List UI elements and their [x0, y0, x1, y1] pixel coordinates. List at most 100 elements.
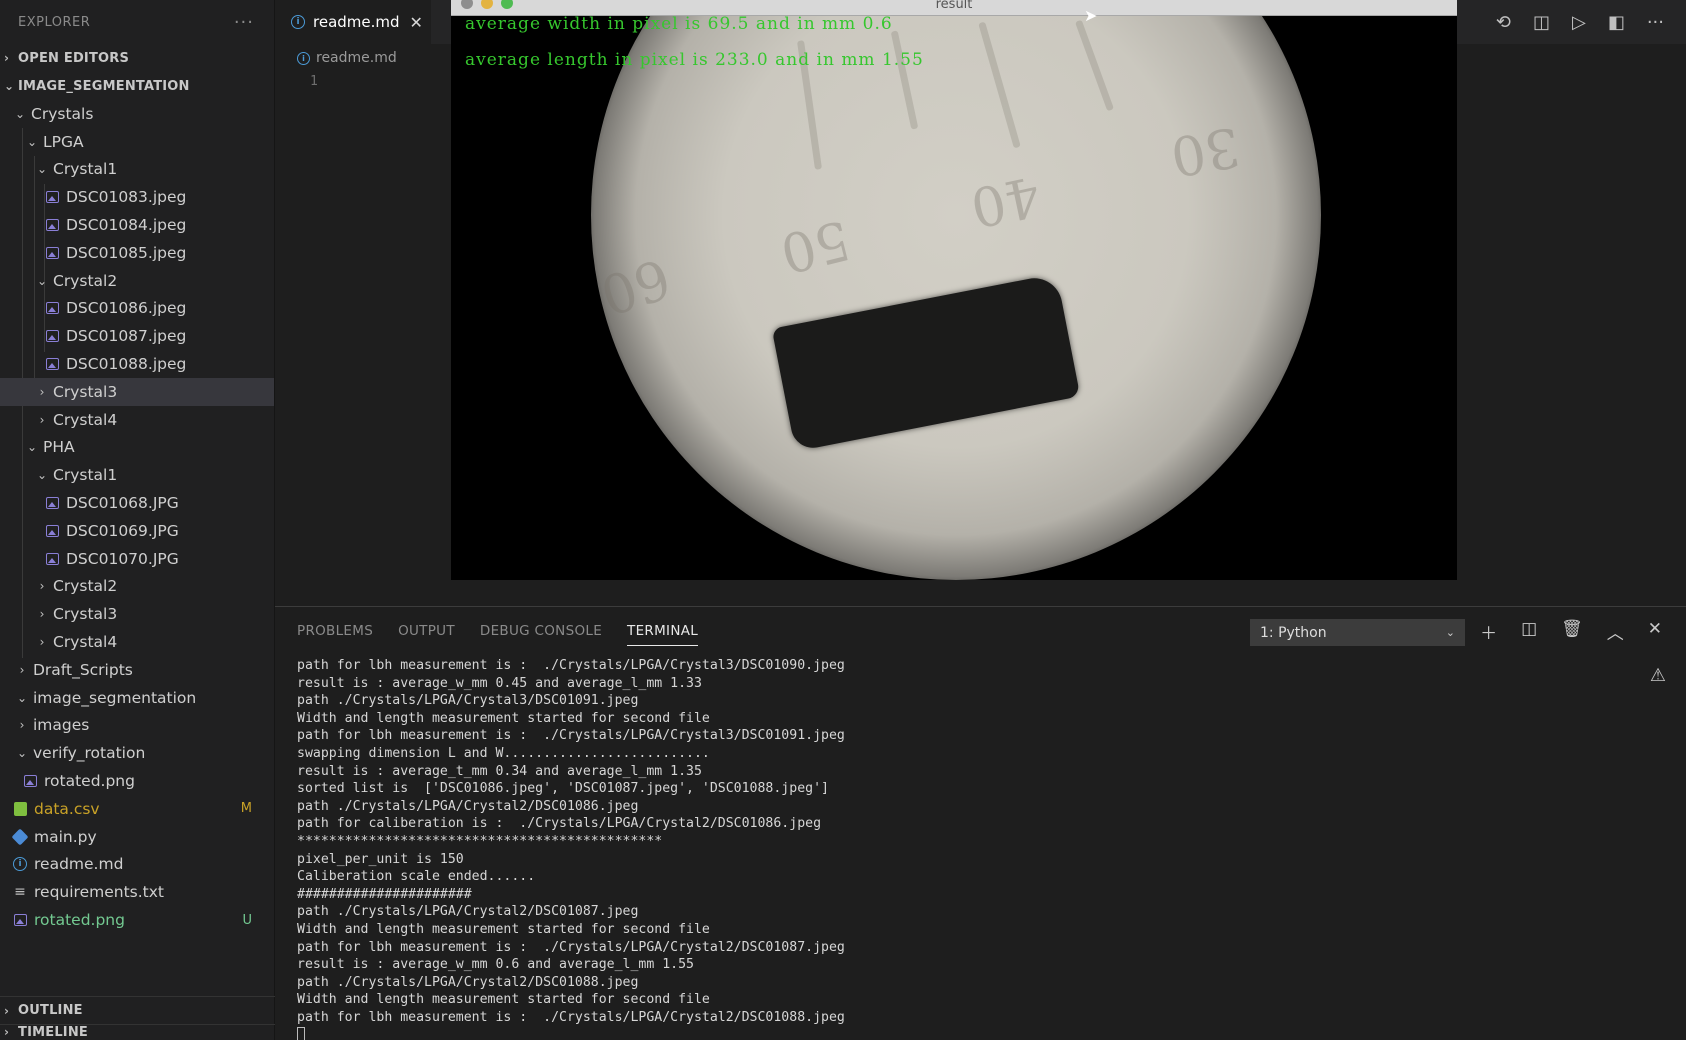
tree-file[interactable]: DSC01085.jpeg: [0, 239, 274, 267]
tree-folder-crystal2[interactable]: ⌄ Crystal2: [0, 267, 274, 295]
info-icon: i: [297, 51, 310, 65]
image-file-icon: [44, 217, 60, 233]
warning-icon[interactable]: ⚠: [1650, 665, 1666, 686]
tree-file[interactable]: i readme.md: [0, 851, 274, 879]
terminal-line: ****************************************…: [297, 833, 663, 849]
tree-folder-crystals[interactable]: ⌄ Crystals: [0, 100, 274, 128]
tree-folder-crystal4[interactable]: › Crystal4: [0, 628, 274, 656]
image-file-icon: [44, 189, 60, 205]
tree-file[interactable]: main.py: [0, 823, 274, 851]
git-modified-badge: M: [240, 801, 252, 817]
close-icon[interactable]: ✕: [410, 13, 423, 32]
tree-file[interactable]: DSC01087.jpeg: [0, 322, 274, 350]
tree-file[interactable]: rotated.png: [0, 767, 274, 795]
more-actions-icon[interactable]: ···: [234, 12, 254, 33]
tree-label: rotated.png: [44, 772, 135, 791]
new-terminal-icon[interactable]: ＋: [1480, 619, 1497, 644]
overlay-width-text: average width in pixel is 69.5 and in mm…: [465, 14, 893, 34]
terminal-line: swapping dimension L and W..............…: [297, 745, 710, 761]
tab-debug-console[interactable]: DEBUG CONSOLE: [480, 623, 602, 646]
compare-changes-icon[interactable]: ⟲: [1496, 12, 1511, 33]
tree-label: DSC01087.jpeg: [66, 327, 187, 346]
overlay-length-text: average length in pixel is 233.0 and in …: [465, 50, 924, 70]
tree-file[interactable]: DSC01086.jpeg: [0, 295, 274, 323]
terminal-line: Caliberation scale ended......: [297, 869, 536, 885]
tree-folder-images[interactable]: › images: [0, 712, 274, 740]
tree-folder-crystal1[interactable]: ⌄ Crystal1: [0, 156, 274, 184]
split-editor-icon[interactable]: ◧: [1608, 12, 1625, 33]
tree-file[interactable]: rotated.png U: [0, 906, 274, 934]
tree-file[interactable]: DSC01084.jpeg: [0, 211, 274, 239]
chevron-down-icon: ⌄: [36, 162, 48, 177]
timeline-label: TIMELINE: [18, 1025, 89, 1040]
tree-folder-crystal1[interactable]: ⌄ Crystal1: [0, 461, 274, 489]
tree-label: Crystal1: [53, 466, 118, 485]
more-actions-icon[interactable]: ···: [1647, 12, 1664, 33]
zoom-window-button[interactable]: [501, 0, 513, 9]
bottom-panel: PROBLEMS OUTPUT DEBUG CONSOLE TERMINAL 1…: [275, 606, 1686, 1040]
close-icon[interactable]: ✕: [1648, 619, 1662, 644]
tree-label: DSC01088.jpeg: [66, 355, 187, 374]
tab-readme[interactable]: i readme.md ✕: [275, 0, 431, 44]
tree-file[interactable]: DSC01068.JPG: [0, 489, 274, 517]
tree-label: DSC01068.JPG: [66, 494, 179, 513]
tree-file[interactable]: ≡ requirements.txt: [0, 878, 274, 906]
tree-file[interactable]: data.csv M: [0, 795, 274, 823]
file-tree: ⌄ Crystals ⌄ LPGA ⌄ Crystal1 DSC01083.jp…: [0, 100, 274, 934]
image-file-icon: [44, 300, 60, 316]
image-file-icon: [22, 773, 38, 789]
workspace-label: IMAGE_SEGMENTATION: [18, 78, 190, 94]
terminal-selector[interactable]: 1: Python ⌄: [1250, 619, 1465, 646]
tree-folder-verify-rotation[interactable]: ⌄ verify_rotation: [0, 739, 274, 767]
open-editors-section[interactable]: › OPEN EDITORS: [0, 44, 274, 72]
chevron-right-icon: ›: [39, 412, 45, 427]
terminal-line: path for lbh measurement is : ./Crystals…: [297, 728, 845, 744]
tree-label: DSC01070.JPG: [66, 549, 179, 568]
workspace-section[interactable]: ⌄ IMAGE_SEGMENTATION: [0, 72, 274, 100]
close-window-button[interactable]: [461, 0, 473, 9]
tree-file[interactable]: DSC01070.JPG: [0, 545, 274, 573]
tab-output[interactable]: OUTPUT: [398, 623, 455, 646]
chevron-right-icon: ›: [19, 718, 25, 733]
tree-label: PHA: [43, 438, 75, 457]
tree-folder-image-segmentation[interactable]: ⌄ image_segmentation: [0, 684, 274, 712]
tab-problems[interactable]: PROBLEMS: [297, 623, 373, 646]
open-preview-icon[interactable]: ◫: [1533, 12, 1550, 33]
run-icon[interactable]: ▷: [1572, 12, 1586, 33]
minimize-window-button[interactable]: [481, 0, 493, 9]
tree-file[interactable]: DSC01088.jpeg: [0, 350, 274, 378]
tree-label: Crystal2: [53, 577, 118, 596]
chevron-down-icon: ⌄: [26, 440, 38, 455]
tree-folder-crystal3[interactable]: › Crystal3: [0, 600, 274, 628]
tree-label: readme.md: [34, 855, 124, 874]
trash-icon[interactable]: 🗑: [1561, 619, 1583, 644]
chevron-down-icon: ⌄: [1445, 626, 1455, 639]
scale-label: 30: [1166, 114, 1245, 189]
split-terminal-icon[interactable]: ◫: [1521, 619, 1537, 644]
tree-file[interactable]: DSC01083.jpeg: [0, 183, 274, 211]
terminal-output[interactable]: path for lbh measurement is : ./Crystals…: [297, 657, 845, 1040]
tree-label: Crystal4: [53, 410, 118, 429]
tree-file[interactable]: DSC01069.JPG: [0, 517, 274, 545]
tree-folder-crystal3[interactable]: › Crystal3: [0, 377, 274, 406]
tree-folder-crystal4[interactable]: › Crystal4: [0, 406, 274, 434]
tree-folder-crystal2[interactable]: › Crystal2: [0, 573, 274, 601]
outline-section[interactable]: › OUTLINE: [0, 996, 275, 1024]
tab-terminal[interactable]: TERMINAL: [627, 623, 699, 646]
result-image-window[interactable]: 60 50 40 30 result average width in pixe…: [451, 0, 1457, 580]
tree-folder-lpga[interactable]: ⌄ LPGA: [0, 128, 274, 156]
tree-label: image_segmentation: [33, 688, 197, 707]
chevron-right-icon: ›: [19, 662, 25, 677]
terminal-line: path for caliberation is : ./Crystals/LP…: [297, 816, 822, 832]
tree-label: images: [33, 716, 90, 735]
tree-label: Crystal3: [53, 605, 118, 624]
tree-folder-pha[interactable]: ⌄ PHA: [0, 434, 274, 462]
terminal-line: result is : average_w_mm 0.45 and averag…: [297, 675, 702, 691]
image-file-icon: [44, 551, 60, 567]
chevron-up-icon[interactable]: ︿: [1607, 619, 1624, 644]
tree-folder-draft-scripts[interactable]: › Draft_Scripts: [0, 656, 274, 684]
explorer-title: EXPLORER: [18, 14, 91, 30]
terminal-cursor: [297, 1027, 305, 1040]
terminal-prompt[interactable]: [297, 1026, 845, 1040]
timeline-section[interactable]: › TIMELINE: [0, 1024, 275, 1040]
